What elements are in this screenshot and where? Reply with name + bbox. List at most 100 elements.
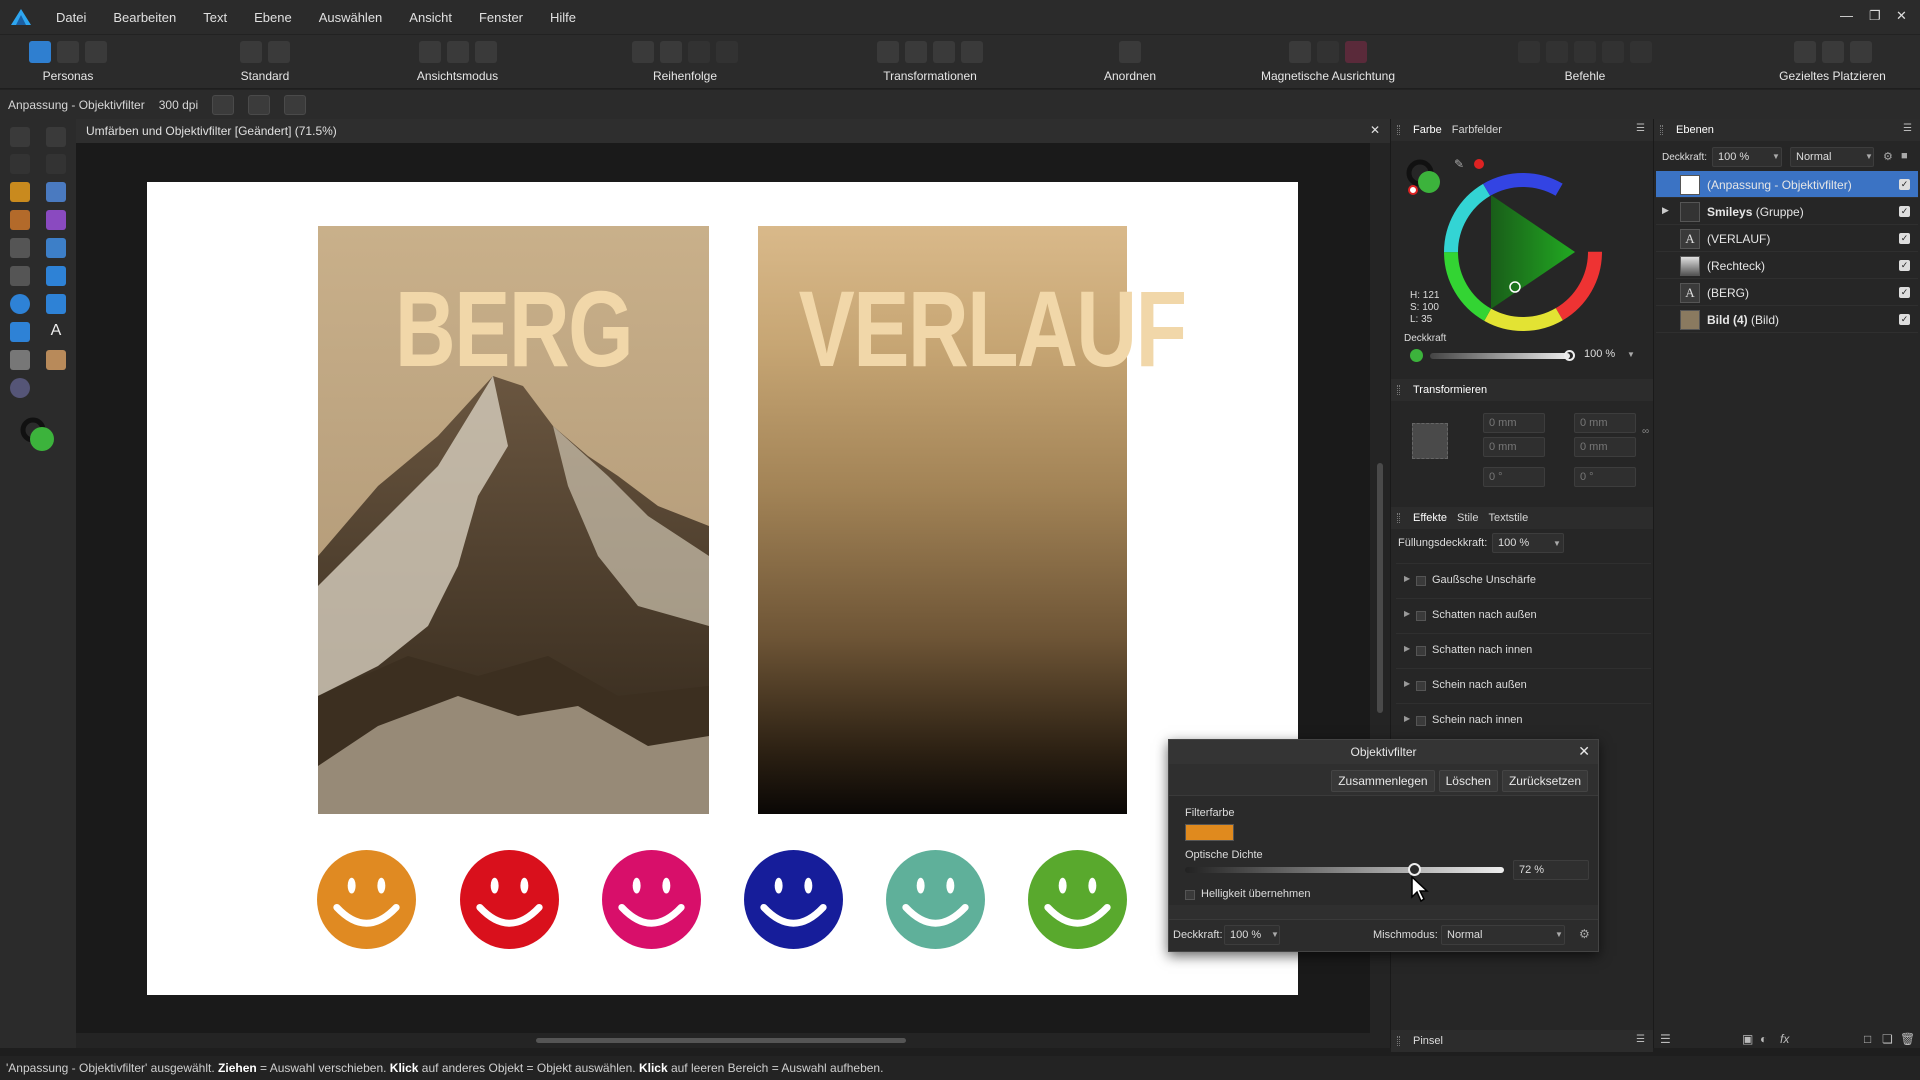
command-xor-icon[interactable] xyxy=(1602,41,1624,63)
add-layer-icon[interactable]: □ xyxy=(1864,1032,1871,1046)
color-wheel[interactable] xyxy=(1443,172,1603,332)
brightness-checkbox[interactable] xyxy=(1185,890,1195,900)
visibility-checkbox[interactable]: ✓ xyxy=(1899,233,1910,244)
zoom-tool-icon[interactable] xyxy=(10,378,30,398)
smiley-magenta[interactable] xyxy=(602,850,701,949)
reset-button[interactable]: Zurücksetzen xyxy=(1501,770,1588,792)
color-opacity-slider[interactable] xyxy=(1430,353,1570,359)
fx-icon[interactable]: fx xyxy=(1780,1032,1789,1046)
dialog-blend-select[interactable]: Normal xyxy=(1441,925,1565,945)
expand-icon[interactable]: ▶ xyxy=(1404,644,1410,653)
rotate-left-icon[interactable] xyxy=(933,41,955,63)
transparency-tool-icon[interactable] xyxy=(10,238,30,258)
crop-tool-icon[interactable] xyxy=(10,266,30,286)
effect-inner-shadow[interactable]: ▶ Schatten nach innen xyxy=(1396,633,1651,668)
view-mode-outline-icon[interactable] xyxy=(446,41,469,63)
command-intersect-icon[interactable] xyxy=(1574,41,1596,63)
transform-y-field[interactable]: 0 mm xyxy=(1483,437,1545,457)
move-tool-icon[interactable] xyxy=(10,127,30,147)
gradient-poster[interactable]: VERLAUF xyxy=(758,226,1187,814)
move-back-icon[interactable] xyxy=(660,41,682,63)
command-subtract-icon[interactable] xyxy=(1546,41,1568,63)
menu-fenster[interactable]: Fenster xyxy=(479,10,523,25)
link-icon[interactable]: ∞ xyxy=(1642,426,1649,437)
panel-grip-icon[interactable] xyxy=(1397,385,1400,395)
view-mode-normal-icon[interactable] xyxy=(418,41,441,63)
expand-icon[interactable]: ▶ xyxy=(1662,205,1669,216)
flip-horizontal-icon[interactable] xyxy=(877,41,899,63)
snapping-manager-icon[interactable] xyxy=(268,41,290,63)
chevron-down-icon[interactable]: ▼ xyxy=(1865,152,1873,161)
filter-color-swatch[interactable] xyxy=(1185,824,1234,841)
transform-rotation-field[interactable]: 0 ° xyxy=(1483,467,1545,487)
color-picker-tool-icon[interactable] xyxy=(10,350,30,370)
effect-inner-glow[interactable]: ▶ Schein nach innen xyxy=(1396,703,1651,738)
snapping-magnet-icon[interactable] xyxy=(1345,41,1367,63)
visibility-checkbox[interactable]: ✓ xyxy=(1899,287,1910,298)
chevron-down-icon[interactable]: ▼ xyxy=(1555,930,1563,939)
fill-tool-icon[interactable] xyxy=(46,210,66,230)
tab-farbe[interactable]: Farbe xyxy=(1413,124,1442,136)
optical-density-field[interactable]: 72 % xyxy=(1513,860,1589,880)
color-opacity-value[interactable]: 100 % xyxy=(1584,348,1615,360)
insert-inside-icon[interactable] xyxy=(1849,41,1872,63)
horizontal-scrollbar[interactable] xyxy=(76,1033,1390,1048)
chevron-down-icon[interactable]: ▼ xyxy=(1772,152,1780,161)
layer-row[interactable]: A (BERG) ✓ xyxy=(1656,279,1918,306)
smiley-green[interactable] xyxy=(1028,850,1127,949)
layer-row[interactable]: ▶ Smileys (Gruppe) ✓ xyxy=(1656,198,1918,225)
node-tool-icon[interactable] xyxy=(10,154,30,174)
optical-density-slider[interactable] xyxy=(1185,867,1504,873)
layer-row[interactable]: (Rechteck) ✓ xyxy=(1656,252,1918,279)
layer-row[interactable]: (Anpassung - Objektivfilter) ✓ xyxy=(1656,171,1918,198)
chevron-down-icon[interactable]: ▼ xyxy=(1553,539,1561,548)
chevron-down-icon[interactable]: ▼ xyxy=(1271,930,1279,939)
eyedropper-icon[interactable]: ✎ xyxy=(1454,157,1468,171)
expand-icon[interactable]: ▶ xyxy=(1404,714,1410,723)
layers-menu-icon[interactable]: ☰ xyxy=(1660,1032,1671,1046)
ellipse-tool-icon[interactable] xyxy=(10,294,30,314)
snapping-grid-icon[interactable] xyxy=(1289,41,1311,63)
menu-text[interactable]: Text xyxy=(203,10,227,25)
move-anchor-icon[interactable] xyxy=(212,94,235,115)
transform-w-field[interactable]: 0 mm xyxy=(1574,413,1636,433)
panel-menu-icon[interactable]: ☰ xyxy=(1636,123,1645,134)
anchor-point-selector[interactable] xyxy=(1412,423,1448,459)
effect-checkbox[interactable] xyxy=(1416,576,1426,586)
menu-bearbeiten[interactable]: Bearbeiten xyxy=(113,10,176,25)
gear-icon[interactable]: ⚙ xyxy=(1883,150,1893,163)
transform-x-field[interactable]: 0 mm xyxy=(1483,413,1545,433)
mask-layer-icon[interactable]: ▣ xyxy=(1742,1032,1753,1046)
tab-effekte[interactable]: Effekte xyxy=(1413,512,1447,524)
artboard-tool-icon[interactable] xyxy=(46,127,66,147)
corner-tool-icon[interactable] xyxy=(46,154,66,174)
smiley-red[interactable] xyxy=(460,850,559,949)
panel-grip-icon[interactable] xyxy=(1397,513,1400,523)
close-dialog-icon[interactable]: ✕ xyxy=(1578,743,1590,760)
command-divide-icon[interactable] xyxy=(1630,41,1652,63)
smiley-teal[interactable] xyxy=(886,850,985,949)
document-tab[interactable]: Umfärben und Objektivfilter [Geändert] (… xyxy=(76,119,1390,143)
merge-button[interactable]: Zusammenlegen xyxy=(1331,770,1435,792)
assistant-icon[interactable] xyxy=(240,41,262,63)
expand-icon[interactable]: ▶ xyxy=(1404,574,1410,583)
poster-title-verlauf[interactable]: VERLAUF xyxy=(799,266,1187,391)
duplicate-layer-icon[interactable]: ❏ xyxy=(1882,1032,1893,1046)
visibility-checkbox[interactable]: ✓ xyxy=(1899,179,1910,190)
layer-row[interactable]: Bild (4) (Bild) ✓ xyxy=(1656,306,1918,333)
menu-ansicht[interactable]: Ansicht xyxy=(409,10,452,25)
fill-stroke-swatch-icon[interactable] xyxy=(20,417,56,453)
panel-grip-icon[interactable] xyxy=(1660,125,1663,135)
visibility-checkbox[interactable]: ✓ xyxy=(1899,314,1910,325)
insert-top-icon[interactable] xyxy=(1821,41,1844,63)
tab-ebenen[interactable]: Ebenen xyxy=(1676,124,1714,136)
effect-checkbox[interactable] xyxy=(1416,716,1426,726)
shape-tool-icon[interactable] xyxy=(10,322,30,342)
transform-shear-field[interactable]: 0 ° xyxy=(1574,467,1636,487)
hand-tool-icon[interactable] xyxy=(46,350,66,370)
panel-menu-icon[interactable]: ☰ xyxy=(1636,1034,1645,1045)
effect-checkbox[interactable] xyxy=(1416,681,1426,691)
brush-panel-title[interactable]: Pinsel xyxy=(1413,1035,1443,1047)
visibility-checkbox[interactable]: ✓ xyxy=(1899,260,1910,271)
command-add-icon[interactable] xyxy=(1518,41,1540,63)
